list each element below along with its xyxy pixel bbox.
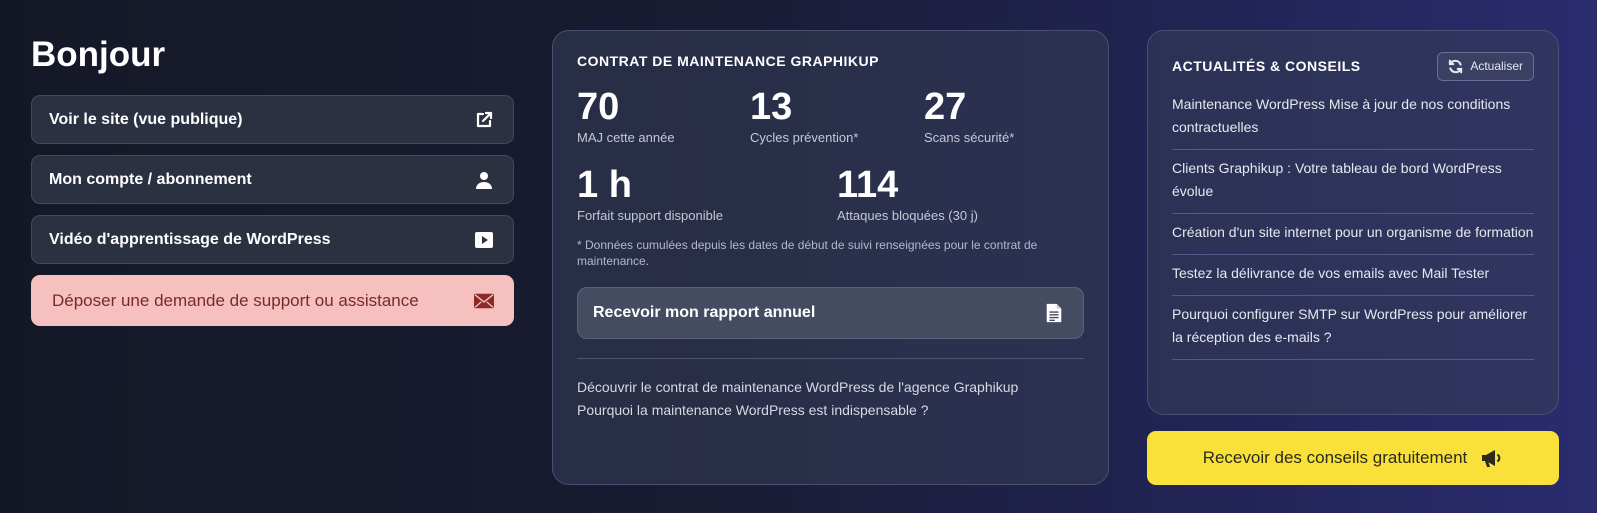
divider <box>577 358 1084 359</box>
stat-label: Cycles prévention* <box>750 130 859 145</box>
refresh-icon <box>1449 59 1463 73</box>
account-label: Mon compte / abonnement <box>49 170 252 188</box>
external-link-icon <box>473 109 495 131</box>
stat-label: Scans sécurité* <box>924 130 1015 145</box>
stat-blocked-attacks: 114 Attaques bloquées (30 j) <box>837 163 978 223</box>
stat-value: 114 <box>837 164 899 206</box>
news-item[interactable]: Création d'un site internet pour un orga… <box>1172 214 1534 255</box>
megaphone-icon <box>1482 450 1501 467</box>
user-icon <box>473 169 495 191</box>
discover-contract-link[interactable]: Découvrir le contrat de maintenance Word… <box>577 376 1084 399</box>
stat-prevention-cycles: 13 Cycles prévention* <box>750 85 924 145</box>
stats-footnote: * Données cumulées depuis les dates de d… <box>577 238 1038 268</box>
maintenance-card-title: CONTRAT DE MAINTENANCE GRAPHIKUP <box>577 53 879 69</box>
annual-report-label: Recevoir mon rapport annuel <box>593 304 816 321</box>
account-button[interactable]: Mon compte / abonnement <box>31 155 514 204</box>
stat-value: 27 <box>924 86 967 128</box>
free-tips-label: Recevoir des conseils gratuitement <box>1202 448 1468 467</box>
why-maintenance-link[interactable]: Pourquoi la maintenance WordPress est in… <box>577 399 1084 422</box>
refresh-label: Actualiser <box>1470 59 1523 73</box>
stat-value: 70 <box>577 86 620 128</box>
news-item[interactable]: Pourquoi configurer SMTP sur WordPress p… <box>1172 296 1534 360</box>
news-card-title: ACTUALITÉS & CONSEILS <box>1172 58 1361 74</box>
maintenance-links: Découvrir le contrat de maintenance Word… <box>577 376 1084 422</box>
greeting-title: Bonjour <box>31 35 166 74</box>
news-card: ACTUALITÉS & CONSEILS Actualiser Mainten… <box>1147 30 1559 415</box>
stat-value: 1 h <box>577 164 632 206</box>
quick-links-column: Bonjour Voir le site (vue publique) Mon … <box>31 30 514 337</box>
maintenance-contract-card: CONTRAT DE MAINTENANCE GRAPHIKUP 70 MAJ … <box>552 30 1109 485</box>
news-list: Maintenance WordPress Mise à jour de nos… <box>1172 93 1534 360</box>
stat-label: Forfait support disponible <box>577 208 723 223</box>
stats-row-1: 70 MAJ cette année 13 Cycles prévention*… <box>577 85 1084 145</box>
refresh-button[interactable]: Actualiser <box>1437 51 1534 81</box>
stats-row-2: 1 h Forfait support disponible 114 Attaq… <box>577 163 1084 223</box>
view-site-button[interactable]: Voir le site (vue publique) <box>31 95 514 144</box>
news-item[interactable]: Testez la délivrance de vos emails avec … <box>1172 255 1534 296</box>
annual-report-button[interactable]: Recevoir mon rapport annuel <box>577 287 1084 339</box>
envelope-icon <box>473 290 495 312</box>
stat-support-hours: 1 h Forfait support disponible <box>577 163 837 223</box>
stat-value: 13 <box>750 86 793 128</box>
support-request-label: Déposer une demande de support ou assist… <box>52 290 419 310</box>
view-site-label: Voir le site (vue publique) <box>49 110 243 128</box>
news-header: ACTUALITÉS & CONSEILS Actualiser <box>1172 51 1534 81</box>
news-item[interactable]: Maintenance WordPress Mise à jour de nos… <box>1172 93 1534 150</box>
stat-label: Attaques bloquées (30 j) <box>837 208 978 223</box>
stat-updates: 70 MAJ cette année <box>577 85 750 145</box>
document-icon <box>1043 302 1065 324</box>
video-tutorial-label: Vidéo d'apprentissage de WordPress <box>49 230 331 248</box>
support-request-button[interactable]: Déposer une demande de support ou assist… <box>31 275 514 326</box>
play-icon <box>473 229 495 251</box>
news-item[interactable]: Clients Graphikup : Votre tableau de bor… <box>1172 150 1534 214</box>
stat-security-scans: 27 Scans sécurité* <box>924 85 1014 145</box>
stat-label: MAJ cette année <box>577 130 675 145</box>
video-tutorial-button[interactable]: Vidéo d'apprentissage de WordPress <box>31 215 514 264</box>
free-tips-button[interactable]: Recevoir des conseils gratuitement <box>1147 431 1559 485</box>
